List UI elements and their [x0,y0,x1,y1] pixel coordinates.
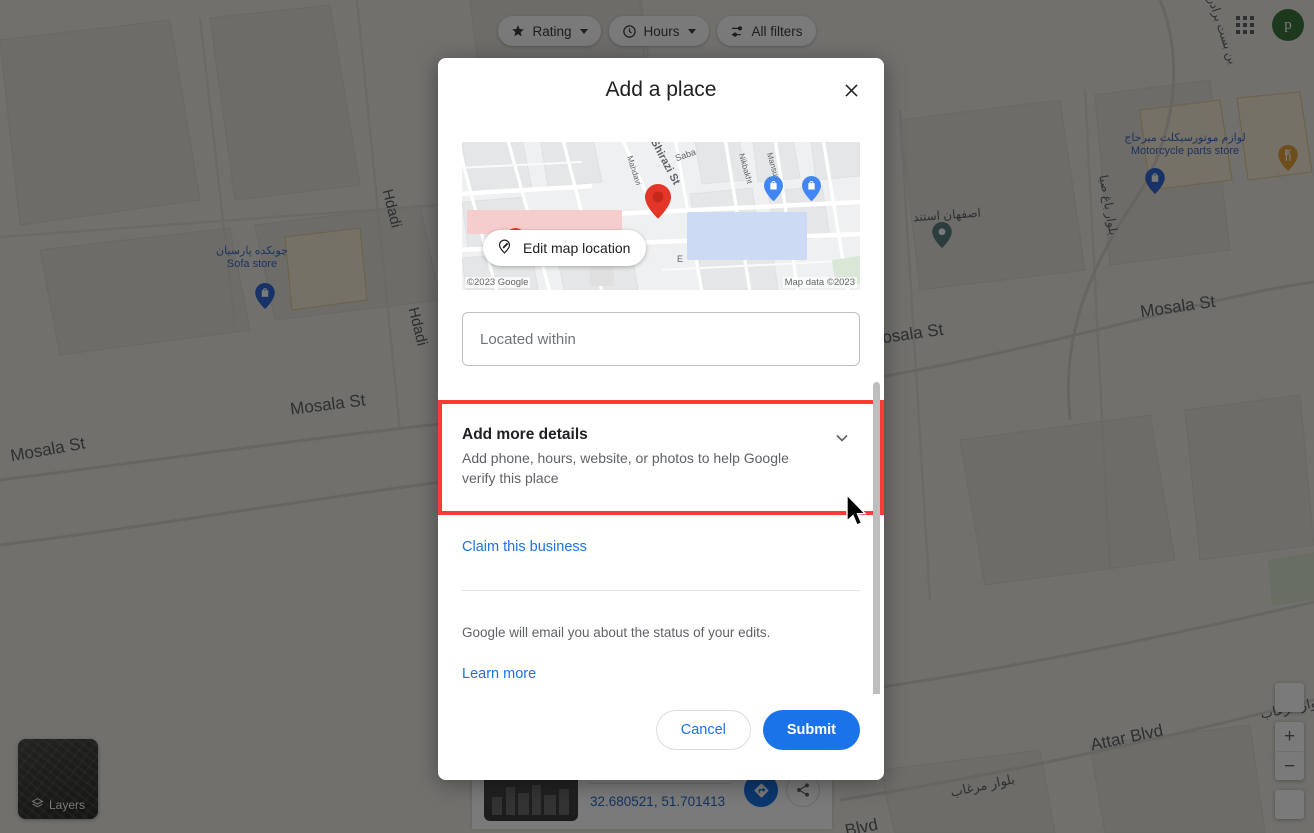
located-within-placeholder: Located within [480,330,576,348]
divider [462,589,860,591]
add-more-details-section[interactable]: Add more details Add phone, hours, websi… [438,400,884,515]
learn-more-link[interactable]: Learn more [462,666,536,682]
edit-map-location-button[interactable]: Edit map location [483,230,647,266]
dialog-footer: Cancel Submit [438,694,884,780]
redaction-blue [687,212,807,260]
chevron-down-icon[interactable] [832,428,852,453]
map-attribution-left: ©2023 Google [465,277,531,288]
dialog-header: Add a place [438,58,884,122]
dialog-body: Shirazi St Saba Mahdavi Nikbakht Mansuri E [438,122,884,694]
shop-marker-icon [802,176,821,202]
submit-button[interactable]: Submit [762,710,860,750]
main-location-marker[interactable] [645,184,671,219]
email-status-note: Google will email you about the status o… [462,624,771,640]
dialog-scrollbar-thumb[interactable] [873,382,880,694]
edit-map-location-label: Edit map location [523,240,631,256]
map-attribution-right: Map data ©2023 [782,277,857,288]
edit-location-icon [496,238,513,258]
shop-marker-icon [764,176,783,202]
dialog-scrollbar[interactable] [872,122,880,694]
add-a-place-dialog: Add a place Shirazi St Saba Mahdavi Nikb… [438,58,884,780]
close-icon[interactable] [834,73,868,107]
claim-this-business-link[interactable]: Claim this business [462,539,587,555]
located-within-field[interactable]: Located within [462,312,860,366]
add-more-details-subtitle: Add phone, hours, website, or photos to … [462,450,789,487]
map-location-preview[interactable]: Shirazi St Saba Mahdavi Nikbakht Mansuri E [462,142,860,290]
cancel-button[interactable]: Cancel [655,710,751,750]
dialog-scroll-area: Shirazi St Saba Mahdavi Nikbakht Mansuri E [438,122,884,694]
dialog-title: Add a place [605,78,717,101]
add-more-details-title: Add more details [462,426,588,443]
